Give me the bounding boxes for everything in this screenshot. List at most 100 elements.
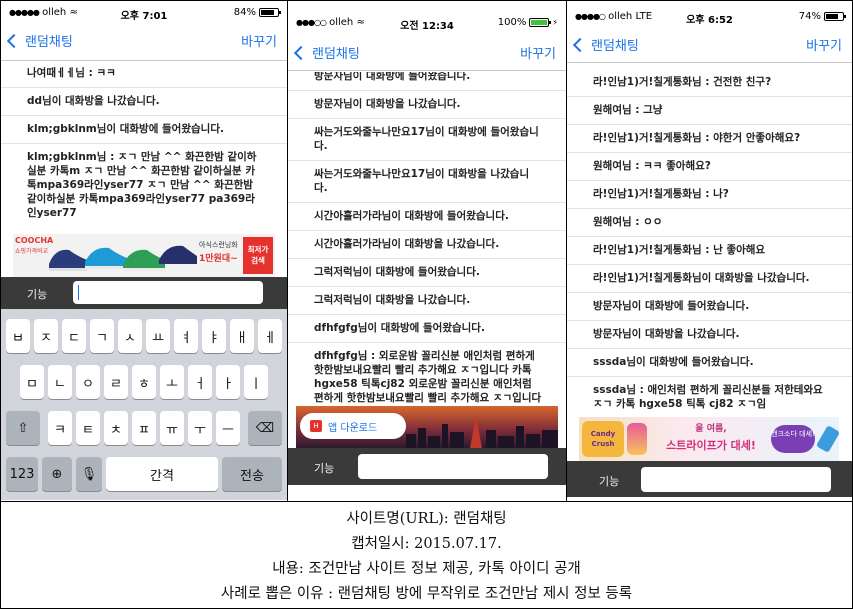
back-button[interactable]: 랜덤채팅 xyxy=(293,43,360,62)
key-2[interactable]: ㄷ xyxy=(62,319,86,353)
ad-banner[interactable]: COOCHA 쇼핑가격비교 아식스런닝화 1만원대~ 최저가 검색 xyxy=(13,234,275,277)
chat-message: klm;gbklnm님 : ㅈㄱ 만남 ^^ 화끈한밤 같이하실분 카톡m ㅈㄱ… xyxy=(27,151,257,219)
text-cursor xyxy=(78,285,79,300)
key-row3-2[interactable]: ㅊ xyxy=(104,411,128,445)
key-row2-7[interactable]: ㅏ xyxy=(216,365,240,399)
key-7[interactable]: ㅑ xyxy=(202,319,226,353)
chat-message: sssda님 : 애인처럼 편하게 꼴리신분들 저한테와요 ㅈㄱ 카톡 hgxe… xyxy=(593,384,823,410)
key-3[interactable]: ㄱ xyxy=(90,319,114,353)
key-row2-0[interactable]: ㅁ xyxy=(20,365,44,399)
chat-message: 라!인남1)거!칠게통화님 : 나? xyxy=(567,181,852,209)
key-1[interactable]: ㅈ xyxy=(34,319,58,353)
key-8[interactable]: ㅐ xyxy=(230,319,254,353)
ad-banner[interactable]: Candy Crush 올 여름, 스트라이프가 대세! 캔크소다 대세! xyxy=(579,417,839,461)
shift-key[interactable]: ⇧ xyxy=(6,411,40,445)
function-button[interactable]: 기능 xyxy=(314,460,334,476)
caption-content: 내용: 조건만남 사이트 정보 제공, 카톡 아이디 공개 xyxy=(272,561,581,577)
chat-message: 방문자님이 대화방에 들어왔습니다. xyxy=(288,72,566,91)
key-row3-3[interactable]: ㅍ xyxy=(132,411,156,445)
send-key[interactable]: 전송 xyxy=(222,457,282,491)
key-row2-5[interactable]: ㅗ xyxy=(160,365,184,399)
message-input[interactable] xyxy=(358,454,548,479)
key-row3-1[interactable]: ㅌ xyxy=(76,411,100,445)
chevron-left-icon xyxy=(572,37,588,52)
key-row2-8[interactable]: ㅣ xyxy=(244,365,268,399)
key-row3-6[interactable]: ㅡ xyxy=(216,411,240,445)
key-5[interactable]: ㅛ xyxy=(146,319,170,353)
back-button[interactable]: 랜덤채팅 xyxy=(6,31,73,50)
key-row2-6[interactable]: ㅓ xyxy=(188,365,212,399)
phone-screenshot-2: ●●●○○ olleh ≈ 오전 12:34 100% ⚡ 랜덤채팅 바꾸기 방문… xyxy=(288,1,566,500)
function-button[interactable]: 기능 xyxy=(27,286,47,302)
nav-bar: 랜덤채팅 바꾸기 xyxy=(1,19,287,61)
chat-message: 방문자님이 대화방을 나갔습니다. xyxy=(288,91,566,119)
phone-screenshot-1: ●●●●● olleh ≈ 오후 7:01 84% 랜덤채팅 바꾸기 나여때ㅔㅔ… xyxy=(1,1,287,500)
numbers-key[interactable]: 123 xyxy=(6,457,38,491)
shoes-image xyxy=(49,245,197,271)
app-download-label: 앱 다운로드 xyxy=(328,422,378,434)
back-label: 랜덤채팅 xyxy=(312,47,360,62)
ad-headline-2: 스트라이프가 대세! xyxy=(666,439,756,452)
chat-message: 나여때ㅔㅔ님 : ㅋㅋ xyxy=(1,62,287,88)
globe-key[interactable]: ⊕ xyxy=(42,457,72,491)
chat-log[interactable]: 방문자님이 대화방에 들어왔습니다. 방문자님이 대화방을 나갔습니다. 싸는거… xyxy=(288,72,566,406)
key-6[interactable]: ㅕ xyxy=(174,319,198,353)
key-0[interactable]: ㅂ xyxy=(6,319,30,353)
chat-message: 그럭저럭님이 대화방에 들어왔습니다. xyxy=(288,259,566,287)
key-row2-2[interactable]: ㅇ xyxy=(76,365,100,399)
chat-message: klm;gbklnm님이 대화방에 들어왔습니다. xyxy=(1,116,287,144)
backspace-key[interactable]: ⌫ xyxy=(248,411,282,445)
message-input[interactable] xyxy=(73,281,263,304)
ad-banner[interactable]: H 앱 다운로드 xyxy=(296,406,558,448)
back-label: 랜덤채팅 xyxy=(591,39,639,54)
back-button[interactable]: 랜덤채팅 xyxy=(572,35,639,54)
chat-message: dfhfgfg님이 대화방에 들어왔습니다. xyxy=(288,315,566,343)
back-label: 랜덤채팅 xyxy=(25,35,73,50)
keyboard: ㅂㅈㄷㄱㅅㅛㅕㅑㅐㅔㅁㄴㅇㄹㅎㅗㅓㅏㅣ ⇧ ㅋㅌㅊㅍㅠㅜㅡ ⌫ 123 ⊕ 🎙 간격 전송 xyxy=(1,309,287,500)
message-input[interactable] xyxy=(641,467,831,492)
input-bar: 기능 xyxy=(1,277,287,309)
key-row2-4[interactable]: ㅎ xyxy=(132,365,156,399)
chat-message: 싸는거도와줄누나만요17님이 대화방에 들어왔습니다. xyxy=(288,119,566,161)
function-button[interactable]: 기능 xyxy=(599,473,619,489)
microphone-key[interactable]: 🎙 xyxy=(76,457,102,491)
chat-message: 라!인남1)거!칠게통화님 : 야한거 안좋아해요? xyxy=(567,125,852,153)
key-row2-3[interactable]: ㄹ xyxy=(104,365,128,399)
edit-button[interactable]: 바꾸기 xyxy=(520,43,556,62)
battery-icon xyxy=(529,18,552,27)
key-9[interactable]: ㅔ xyxy=(258,319,282,353)
app-download-button[interactable]: H 앱 다운로드 xyxy=(300,413,406,439)
chat-message: 원해여님 : ㅋㅋ 좋아해요? xyxy=(567,153,852,181)
caption-date: 캡처일시: 2015.07.17. xyxy=(351,536,502,552)
battery-percent: 84% xyxy=(233,7,256,18)
chat-message: 시간아흘러가라님이 대화방에 들어왔습니다. xyxy=(288,203,566,231)
key-row2-1[interactable]: ㄴ xyxy=(48,365,72,399)
key-row3-5[interactable]: ㅜ xyxy=(188,411,212,445)
key-4[interactable]: ㅅ xyxy=(118,319,142,353)
chat-log[interactable]: 나여때ㅔㅔ님 : ㅋㅋ dd님이 대화방을 나갔습니다. klm;gbklnm님… xyxy=(1,62,287,233)
key-row3-4[interactable]: ㅠ xyxy=(160,411,184,445)
ad-brand-sub: 쇼핑가격비교 xyxy=(15,248,49,255)
nav-bar: 랜덤채팅 바꾸기 xyxy=(567,23,852,63)
ad-headline: 올 여름, xyxy=(695,424,727,434)
edit-button[interactable]: 바꾸기 xyxy=(806,35,842,54)
chat-message: 원해여님 : ㅇㅇ xyxy=(567,209,852,237)
charging-icon: ⚡ xyxy=(552,18,558,27)
chat-log[interactable]: 라!인남1)거!칠게통화님 : 건전한 친구? 원해여님 : 그냥 라!인남1)… xyxy=(567,69,852,417)
status-bar: ●●●○○ olleh ≈ 오전 12:34 100% ⚡ xyxy=(288,11,566,32)
phone-screenshot-3: ●●●●○ olleh LTE 오후 6:52 74% 랜덤채팅 바꾸기 라!인… xyxy=(567,1,852,500)
candy-icon xyxy=(627,423,647,455)
chat-message: 라!인남1)거!칠게통화님 : 건전한 친구? xyxy=(567,69,852,97)
key-row3-0[interactable]: ㅋ xyxy=(48,411,72,445)
caption-reason: 사례로 뽑은 이유 : 랜덤채팅 방에 무작위로 조건만남 제시 정보 등록 xyxy=(220,586,633,602)
ad-badge: 최저가 검색 xyxy=(243,237,273,274)
chat-message: 시간아흘러가라님이 대화방을 나갔습니다. xyxy=(288,231,566,259)
status-bar: ●●●●● olleh ≈ 오후 7:01 84% xyxy=(1,1,287,22)
chat-message: 라!인남1)거!칠게통화님이 대화방을 나갔습니다. xyxy=(567,265,852,293)
space-key[interactable]: 간격 xyxy=(106,457,218,491)
edit-button[interactable]: 바꾸기 xyxy=(241,31,277,50)
ad-badge: 캔크소다 대세! xyxy=(771,425,815,453)
chevron-left-icon xyxy=(6,33,22,48)
chat-message: sssda님이 대화방에 들어왔습니다. xyxy=(567,349,852,377)
chat-message: 원해여님 : 그냥 xyxy=(567,97,852,125)
